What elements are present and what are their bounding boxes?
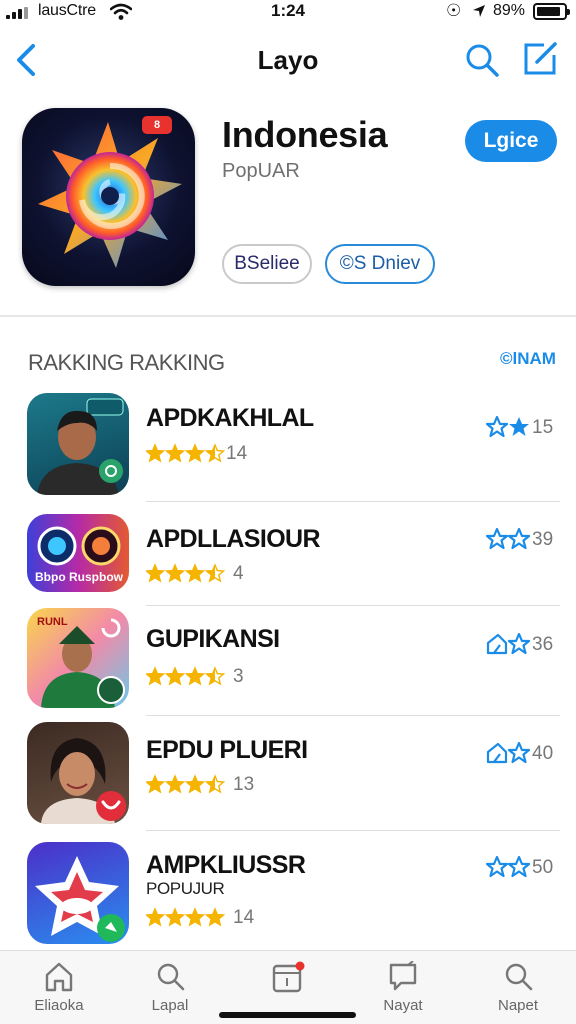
sun-swirl-icon	[38, 122, 182, 268]
row-divider	[146, 830, 560, 831]
icon-caption: RUNL	[37, 616, 68, 628]
tab-home[interactable]: Eliaoka	[14, 961, 104, 1021]
status-bar: lausCtre 1:24 ☉ 89%	[0, 0, 576, 26]
person-portrait-icon	[37, 398, 124, 495]
rating-count: 14	[226, 443, 248, 464]
battery-icon	[533, 3, 570, 20]
drive-chip[interactable]: ©S Dniev	[325, 244, 435, 284]
rating-count: 14	[233, 907, 255, 928]
app-name: Indonesia	[222, 114, 388, 155]
star-icon	[204, 907, 226, 927]
search-icon[interactable]	[464, 42, 500, 78]
star-icon	[164, 443, 186, 463]
tab-label: Lapal	[151, 997, 189, 1014]
search-icon	[157, 963, 185, 991]
chat-bubble-icon	[389, 961, 417, 991]
list-item[interactable]: RUNL GUPIKANSI 3 36	[0, 608, 576, 718]
app-subtitle: POPUJUR	[146, 879, 225, 898]
section-divider	[0, 315, 576, 317]
app-name: EPDU PLUERI	[146, 736, 308, 764]
star-rating	[146, 443, 226, 463]
star-icon	[204, 443, 226, 463]
tab-search-2[interactable]: Napet	[473, 961, 563, 1021]
app-name: GUPIKANSI	[146, 625, 280, 653]
person-portrait-icon	[41, 738, 126, 824]
list-item[interactable]: EPDU PLUERI 13 40	[0, 722, 576, 832]
star-rating	[146, 666, 226, 686]
tab-search[interactable]: Lapal	[125, 961, 215, 1021]
calendar-icon	[272, 961, 305, 993]
star-icon	[184, 774, 206, 794]
star-icon	[204, 666, 226, 686]
tab-chat[interactable]: Nayat	[358, 961, 448, 1021]
rank-value: 15	[532, 417, 554, 438]
app-icon: 8	[22, 108, 195, 286]
star-icon	[164, 563, 186, 583]
home-icon	[45, 962, 73, 992]
app-subtitle: PopUAR	[222, 160, 300, 182]
app-name: APDKAKHLAL	[146, 404, 314, 432]
star-icon	[184, 666, 206, 686]
rank-icons	[486, 528, 530, 550]
see-all-link[interactable]: ©lNAM	[500, 349, 556, 369]
rank-icons	[486, 633, 530, 655]
location-arrow-icon	[473, 5, 485, 17]
rank-icons	[486, 742, 530, 764]
tab-label: Eliaoka	[34, 997, 84, 1014]
notification-badge: 8	[142, 116, 172, 134]
rating-count: 13	[233, 774, 255, 795]
app-thumbnail	[27, 842, 129, 944]
app-thumbnail: Bbpo Ruspbow	[27, 514, 129, 592]
star-icon	[204, 774, 226, 794]
navigation-bar: Layo	[0, 30, 576, 92]
app-name: APDLLASIOUR	[146, 525, 321, 553]
star-logo-icon	[35, 856, 125, 942]
app-thumbnail	[27, 393, 129, 495]
star-icon	[146, 907, 166, 927]
star-icon	[146, 666, 166, 686]
app-name: AMPKLIUSSR	[146, 851, 306, 879]
tab-label: Nayat	[383, 997, 423, 1014]
search-icon	[505, 963, 533, 991]
star-icon	[164, 666, 186, 686]
star-rating	[146, 774, 226, 794]
rank-value: 40	[532, 743, 554, 764]
row-divider	[146, 715, 560, 716]
star-icon	[146, 563, 166, 583]
star-icon	[204, 563, 226, 583]
tab-label: Napet	[497, 997, 539, 1014]
get-button[interactable]: Lgice	[465, 120, 557, 162]
star-icon	[146, 443, 166, 463]
list-item[interactable]: APDKAKHLAL 14 15	[0, 393, 576, 503]
icon-caption: Bbpo Ruspbow	[35, 570, 123, 584]
compose-icon[interactable]	[522, 40, 558, 78]
select-chip[interactable]: BSeliee	[222, 244, 312, 284]
star-icon	[164, 907, 186, 927]
rank-icons	[486, 416, 529, 438]
orientation-lock-icon: ☉	[446, 1, 462, 20]
app-thumbnail	[27, 722, 129, 824]
rank-icons	[486, 856, 530, 878]
star-icon	[184, 443, 206, 463]
star-icon	[146, 774, 166, 794]
star-icon	[184, 907, 206, 927]
row-divider	[146, 501, 560, 502]
home-indicator[interactable]	[219, 1012, 356, 1018]
battery-percent: 89%	[493, 2, 526, 19]
list-item[interactable]: AMPKLIUSSR POPUJUR 14 50	[0, 842, 576, 947]
app-thumbnail: RUNL	[27, 608, 129, 708]
rank-value: 50	[532, 857, 554, 878]
star-icon	[164, 774, 186, 794]
rating-count: 3	[233, 666, 244, 687]
list-item[interactable]: Bbpo Ruspbow APDLLASIOUR 4 39	[0, 512, 576, 612]
rating-count: 4	[233, 563, 244, 584]
rank-value: 39	[532, 529, 554, 550]
star-rating	[146, 563, 226, 583]
row-divider	[146, 605, 560, 606]
rank-value: 36	[532, 634, 554, 655]
section-title: RAKKING RAKKING	[28, 350, 225, 375]
star-icon	[184, 563, 206, 583]
star-rating	[146, 907, 226, 927]
clock: 1:24	[270, 1, 306, 20]
